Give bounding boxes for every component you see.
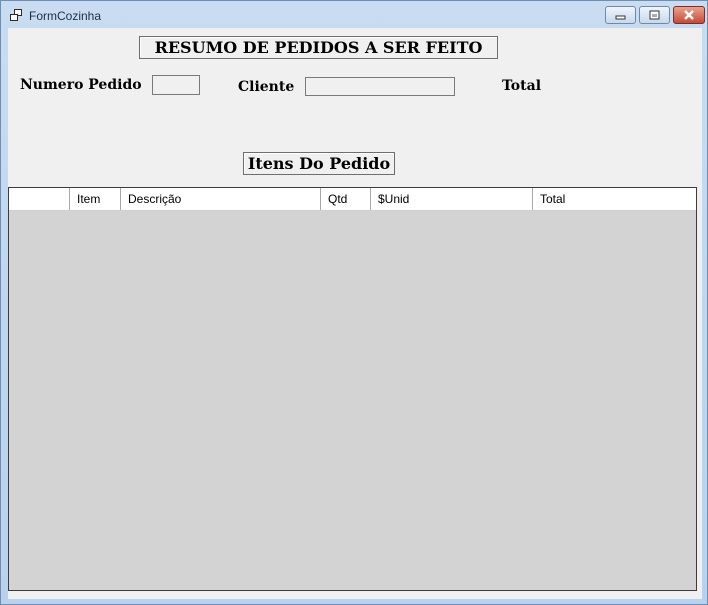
cliente-field[interactable] [305, 77, 455, 96]
column-header-qtd[interactable]: Qtd [321, 188, 371, 210]
numero-pedido-field[interactable] [152, 75, 200, 95]
close-icon [684, 10, 694, 20]
order-items-grid[interactable]: Item Descrição Qtd $Unid Total [8, 187, 697, 591]
column-header-unid[interactable]: $Unid [371, 188, 533, 210]
app-icon [10, 9, 22, 21]
window-title: FormCozinha [29, 9, 102, 23]
grid-header: Item Descrição Qtd $Unid Total [9, 188, 696, 211]
cliente-label: Cliente [238, 79, 295, 95]
column-header-selector[interactable] [9, 188, 70, 210]
total-label: Total [502, 78, 542, 94]
title-bar[interactable]: FormCozinha [1, 1, 707, 28]
items-section-title: Itens Do Pedido [243, 152, 395, 175]
close-button[interactable] [673, 6, 705, 24]
maximize-icon [649, 10, 660, 20]
maximize-button[interactable] [639, 6, 670, 24]
column-header-item[interactable]: Item [70, 188, 121, 210]
column-header-descricao[interactable]: Descrição [121, 188, 321, 210]
form-window: FormCozinha RESUMO DE PEDIDOS A SER FEIT… [0, 0, 708, 605]
column-header-total[interactable]: Total [533, 188, 696, 210]
minimize-icon [615, 15, 626, 20]
numero-pedido-label: Numero Pedido [20, 77, 142, 93]
form-client-area: RESUMO DE PEDIDOS A SER FEITO Numero Ped… [8, 28, 702, 599]
minimize-button[interactable] [605, 6, 636, 24]
page-title: RESUMO DE PEDIDOS A SER FEITO [139, 36, 498, 59]
